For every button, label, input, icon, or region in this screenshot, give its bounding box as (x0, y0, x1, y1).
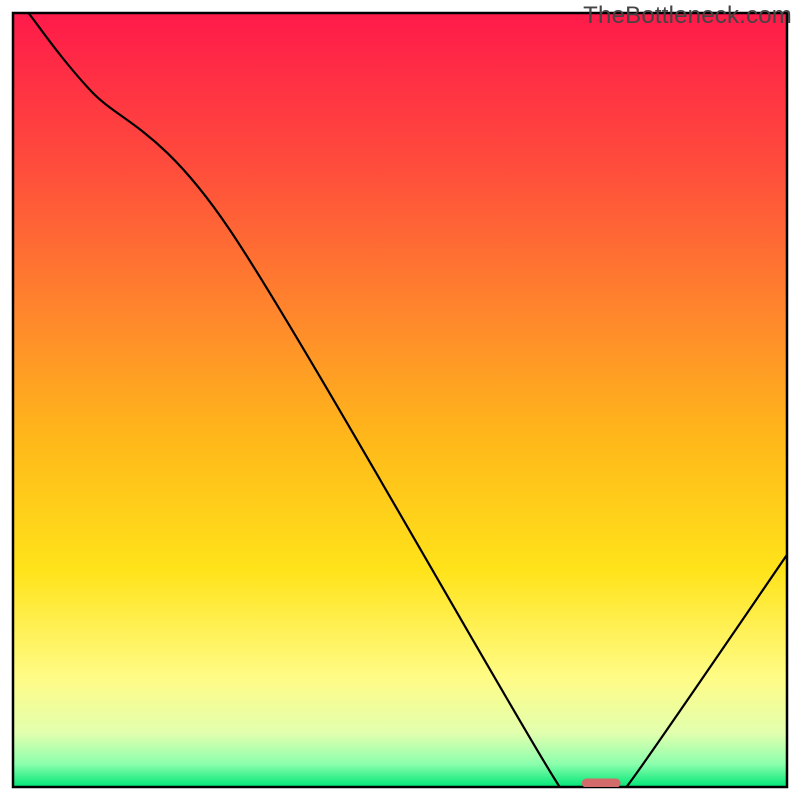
chart-root: TheBottleneck.com (0, 0, 800, 800)
chart-svg (0, 0, 800, 800)
watermark-label: TheBottleneck.com (583, 2, 792, 30)
gradient-background (13, 13, 787, 787)
optimal-marker (582, 778, 621, 787)
